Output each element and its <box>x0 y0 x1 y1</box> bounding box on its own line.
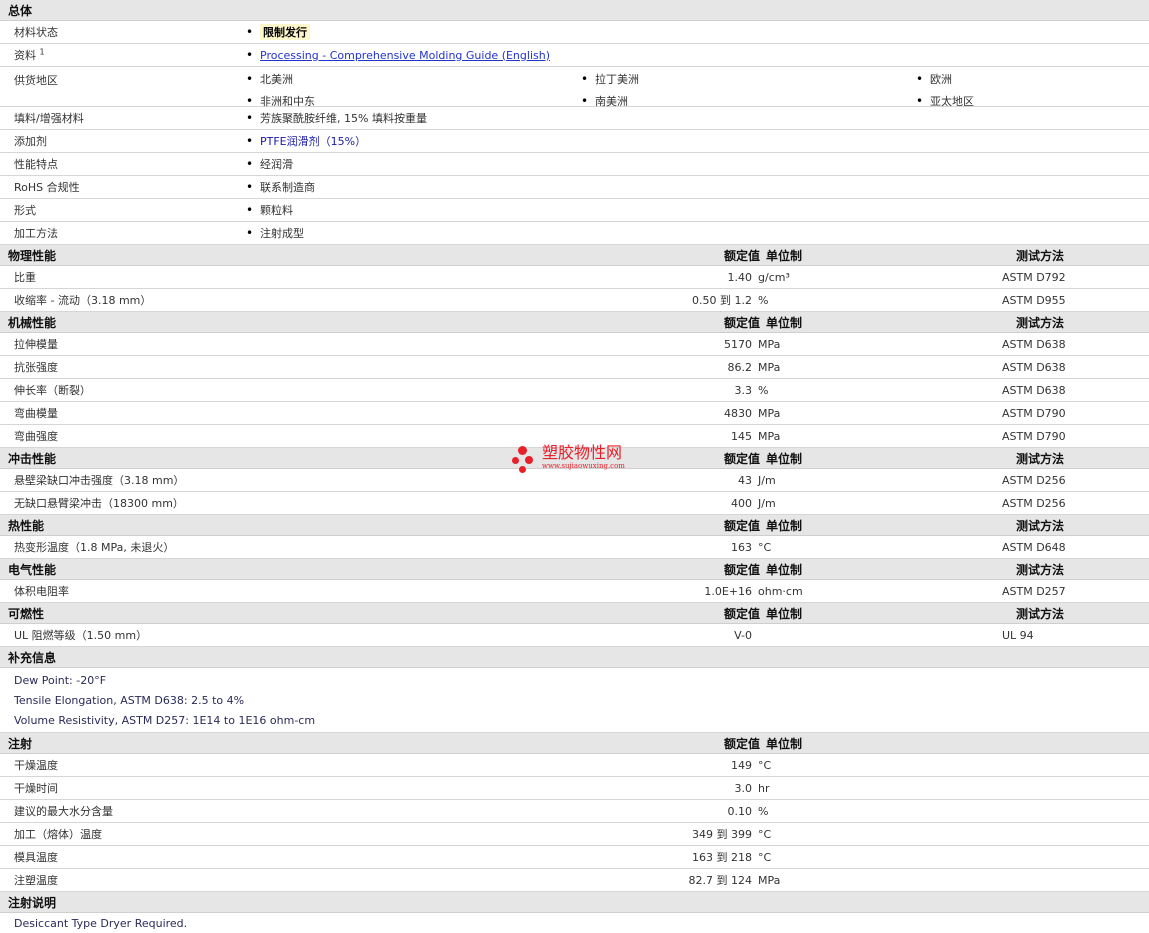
row-filler: 填料/增强材料 • 芳族聚酰胺纤维, 15% 填料按重量 <box>0 107 1149 130</box>
watermark-url: www.sujiaowuxing.com <box>542 462 625 470</box>
bullet-icon: • <box>246 25 254 39</box>
section-title: 热性能 <box>8 518 45 533</box>
row-material-status: 材料状态 • 限制发行 <box>0 21 1149 44</box>
row-value: 经润滑 <box>260 158 293 171</box>
note-line: Dew Point: -20°F <box>14 673 107 687</box>
property-row: 抗张强度 86.2 MPa ASTM D638 <box>0 356 1149 379</box>
row-literature: 资料 1 • Processing - Comprehensive Molding… <box>0 44 1149 67</box>
property-row: 热变形温度（1.8 MPa, 未退火） 163 °C ASTM D648 <box>0 536 1149 559</box>
row-label: 添加剂 <box>14 135 47 148</box>
row-label: RoHS 合规性 <box>14 181 80 194</box>
literature-link[interactable]: Processing - Comprehensive Molding Guide… <box>260 49 550 62</box>
row-value: 芳族聚酰胺纤维, 15% 填料按重量 <box>260 112 427 125</box>
property-row: UL 阻燃等级（1.50 mm） V-0 UL 94 <box>0 624 1149 647</box>
section-header-thermal: 热性能 额定值 单位制 测试方法 <box>0 515 1149 536</box>
region-item: • 拉丁美洲 <box>581 72 639 86</box>
property-row: 干燥时间 3.0 hr <box>0 777 1149 800</box>
row-rohs: RoHS 合规性 • 联系制造商 <box>0 176 1149 199</box>
row-processing: 加工方法 • 注射成型 <box>0 222 1149 245</box>
row-value: PTFE润滑剂（15%） <box>260 135 367 148</box>
section-title: 物理性能 <box>8 248 57 263</box>
row-availability: 供货地区 • 北美洲 • 拉丁美洲 • 欧洲 • 非洲和中东 • 南美洲 • 亚太地区 <box>0 67 1149 108</box>
row-label: 供货地区 <box>14 74 58 87</box>
property-row: 干燥温度 149 °C <box>0 754 1149 777</box>
row-value: 联系制造商 <box>260 181 315 194</box>
property-row: 无缺口悬臂梁冲击（18300 mm） 400 J/m ASTM D256 <box>0 492 1149 515</box>
row-label: 形式 <box>14 204 36 217</box>
row-label: 资料 1 <box>14 47 45 62</box>
section-header-injection: 注射 额定值 单位制 <box>0 733 1149 754</box>
supplemental-notes: Dew Point: -20°F Tensile Elongation, AST… <box>0 668 1149 733</box>
row-value: 注射成型 <box>260 227 304 240</box>
section-header-injection-notes: 注射说明 <box>0 892 1149 913</box>
property-row: 伸长率（断裂） 3.3% ASTM D638 <box>0 379 1149 402</box>
datasheet: 总体 材料状态 • 限制发行 资料 1 • Processing - Compreh… <box>0 0 1149 933</box>
property-row: 拉伸模量 5170 MPa ASTM D638 <box>0 333 1149 356</box>
section-header-supplemental: 补充信息 <box>0 647 1149 668</box>
row-features: 性能特点 • 经润滑 <box>0 153 1149 176</box>
row-label: 性能特点 <box>14 158 58 171</box>
region-item: • 南美洲 <box>581 94 628 108</box>
property-row: 弯曲模量 4830 MPa ASTM D790 <box>0 402 1149 425</box>
section-header-electrical: 电气性能 额定值 单位制 测试方法 <box>0 559 1149 580</box>
row-label: 填料/增强材料 <box>14 112 84 125</box>
region-item: • 亚太地区 <box>916 94 974 108</box>
section-title: 可燃性 <box>8 606 45 621</box>
property-row: 模具温度 163 到 218 °C <box>0 846 1149 869</box>
col-header-nominal: 额定值 <box>723 248 760 263</box>
region-item: • 北美洲 <box>246 72 293 86</box>
property-row: 加工（熔体）温度 349 到 399 °C <box>0 823 1149 846</box>
section-header-mechanical: 机械性能 额定值 单位制 测试方法 <box>0 312 1149 333</box>
row-additive: 添加剂 • PTFE润滑剂（15%） <box>0 130 1149 153</box>
row-label: 加工方法 <box>14 227 58 240</box>
logo-dots-icon <box>512 444 540 478</box>
row-form: 形式 • 颗粒料 <box>0 199 1149 222</box>
note-line: Volume Resistivity, ASTM D257: 1E14 to 1… <box>14 713 316 727</box>
section-header-general: 总体 <box>0 0 1149 21</box>
property-row: 注塑温度 82.7 到 124 MPa <box>0 869 1149 892</box>
property-row: 比重 1.40 g/cm³ ASTM D792 <box>0 266 1149 289</box>
bullet-icon: • <box>246 48 254 62</box>
region-item: • 欧洲 <box>916 72 952 86</box>
section-header-flammability: 可燃性 额定值 单位制 测试方法 <box>0 603 1149 624</box>
section-header-physical: 物理性能 额定值 单位制 测试方法 <box>0 245 1149 266</box>
row-value: 颗粒料 <box>260 204 293 217</box>
col-header-test: 测试方法 <box>1016 248 1065 263</box>
property-row: 体积电阻率 1.0E+16 ohm·cm ASTM D257 <box>0 580 1149 603</box>
note-line: Tensile Elongation, ASTM D638: 2.5 to 4% <box>14 693 245 707</box>
section-title: 机械性能 <box>8 315 57 330</box>
watermark-name: 塑胶物性网 <box>542 443 623 462</box>
section-title: 注射 <box>8 736 33 751</box>
note-line: Desiccant Type Dryer Required. <box>14 916 188 930</box>
section-title: 注射说明 <box>8 895 57 910</box>
col-header-unit: 单位制 <box>766 248 803 263</box>
status-value: 限制发行 <box>260 24 310 40</box>
region-item: • 非洲和中东 <box>246 94 315 108</box>
region-list: • 北美洲 • 拉丁美洲 • 欧洲 • 非洲和中东 • 南美洲 • 亚太地区 <box>246 67 1116 108</box>
section-title: 电气性能 <box>8 562 57 577</box>
section-title: 总体 <box>8 3 33 18</box>
watermark-logo: 塑胶物性网 www.sujiaowuxing.com <box>512 444 625 478</box>
section-title: 补充信息 <box>8 650 57 665</box>
property-row: 建议的最大水分含量 0.10% <box>0 800 1149 823</box>
property-row: 收缩率 - 流动（3.18 mm） 0.50 到 1.2% ASTM D955 <box>0 289 1149 312</box>
row-label: 材料状态 <box>14 26 58 39</box>
